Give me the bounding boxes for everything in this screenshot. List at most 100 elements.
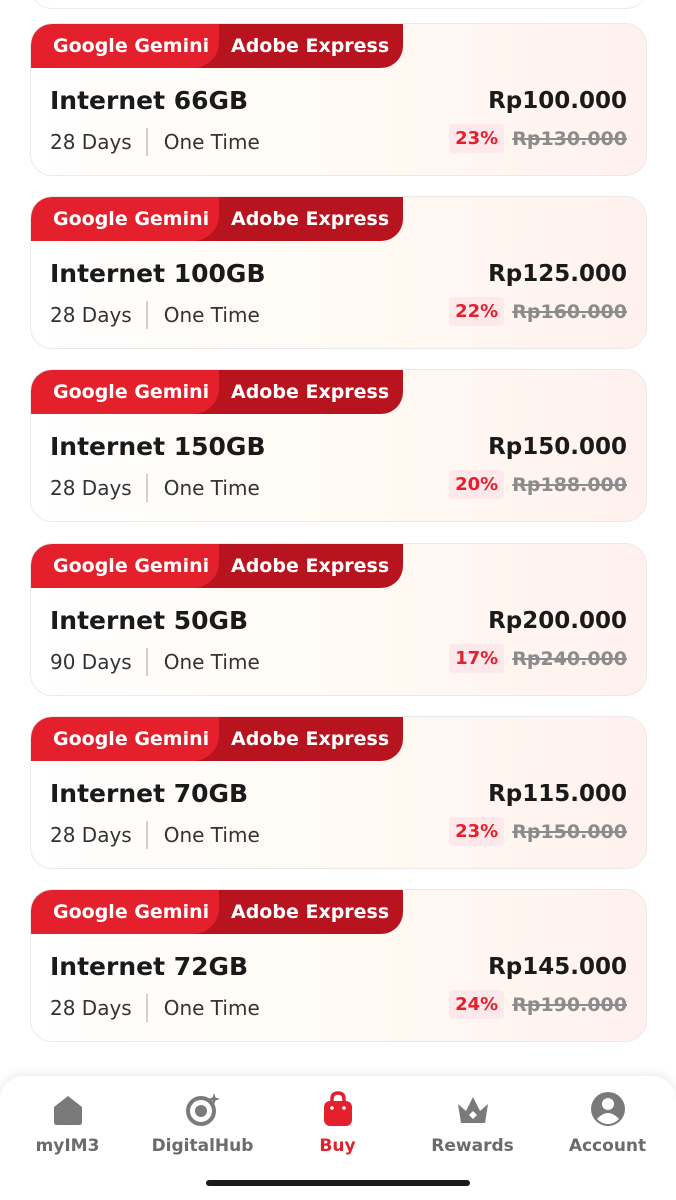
package-price: Rp150.000	[488, 434, 627, 460]
tag-google-gemini: Google Gemini	[31, 24, 219, 68]
package-meta: 28 Days One Time	[50, 820, 260, 850]
benefit-tags: Adobe Express Google Gemini	[31, 890, 403, 934]
divider	[145, 648, 148, 676]
benefit-tags: Adobe Express Google Gemini	[31, 370, 403, 414]
package-name: Internet 72GB	[50, 952, 249, 981]
tag-label: Google Gemini	[53, 35, 210, 57]
tag-google-gemini: Google Gemini	[31, 717, 219, 761]
discount-row: 24% Rp190.000	[449, 990, 627, 1019]
discount-row: 20% Rp188.000	[449, 470, 627, 499]
original-price: Rp150.000	[512, 820, 627, 843]
tag-google-gemini: Google Gemini	[31, 197, 219, 241]
tag-label: Google Gemini	[53, 901, 210, 923]
package-card[interactable]: Adobe Express Google Gemini Internet 72G…	[30, 889, 647, 1042]
nav-item-rewards[interactable]: Rewards	[405, 1090, 540, 1160]
account-icon	[590, 1092, 625, 1126]
original-price: Rp130.000	[512, 127, 627, 150]
package-type: One Time	[163, 996, 260, 1020]
nav-label: DigitalHub	[151, 1136, 254, 1156]
nav-item-myim3[interactable]: myIM3	[0, 1090, 135, 1160]
tag-label: Google Gemini	[53, 555, 210, 577]
benefit-tags: Adobe Express Google Gemini	[31, 544, 403, 588]
divider	[145, 301, 148, 329]
discount-row: 23% Rp150.000	[449, 817, 627, 846]
package-name: Internet 66GB	[50, 86, 249, 115]
tag-label: Adobe Express	[231, 208, 390, 230]
tag-label: Google Gemini	[53, 381, 210, 403]
package-name: Internet 100GB	[50, 259, 266, 288]
package-type: One Time	[163, 823, 260, 847]
tag-label: Adobe Express	[231, 728, 390, 750]
discount-row: 23% Rp130.000	[449, 124, 627, 153]
nav-item-digitalhub[interactable]: DigitalHub	[135, 1090, 270, 1160]
package-validity: 28 Days	[50, 996, 132, 1020]
package-price: Rp145.000	[488, 954, 627, 980]
tag-label: Adobe Express	[231, 381, 390, 403]
original-price: Rp240.000	[512, 647, 627, 670]
nav-label: myIM3	[35, 1136, 100, 1156]
package-validity: 28 Days	[50, 130, 132, 154]
tag-label: Google Gemini	[53, 728, 210, 750]
divider	[145, 994, 148, 1022]
package-card[interactable]: Adobe Express Google Gemini Internet 150…	[30, 369, 647, 522]
package-type: One Time	[163, 130, 260, 154]
crown-icon	[457, 1097, 488, 1123]
tag-label: Google Gemini	[53, 208, 210, 230]
divider	[145, 821, 148, 849]
package-validity: 28 Days	[50, 303, 132, 327]
discount-badge: 23%	[449, 817, 505, 846]
discount-row: 17% Rp240.000	[449, 644, 627, 673]
tag-label: Adobe Express	[231, 35, 390, 57]
tag-label: Adobe Express	[231, 555, 390, 577]
tag-google-gemini: Google Gemini	[31, 370, 219, 414]
discount-badge: 23%	[449, 124, 505, 153]
benefit-tags: Adobe Express Google Gemini	[31, 197, 403, 241]
tag-google-gemini: Google Gemini	[31, 890, 219, 934]
nav-label: Rewards	[431, 1136, 514, 1156]
package-card[interactable]: Adobe Express Google Gemini Internet 66G…	[30, 23, 647, 176]
package-price: Rp200.000	[488, 608, 627, 634]
discount-badge: 20%	[449, 470, 505, 499]
divider	[145, 474, 148, 502]
home-indicator[interactable]	[206, 1180, 470, 1186]
package-name: Internet 70GB	[50, 779, 249, 808]
package-meta: 90 Days One Time	[50, 647, 260, 677]
shopping-bag-icon	[323, 1091, 352, 1126]
package-name: Internet 150GB	[50, 432, 266, 461]
package-card[interactable]: Adobe Express Google Gemini Internet 50G…	[30, 543, 647, 696]
original-price: Rp190.000	[512, 993, 627, 1016]
home-icon	[53, 1096, 82, 1125]
package-type: One Time	[163, 650, 260, 674]
package-price: Rp100.000	[488, 88, 627, 114]
discount-badge: 17%	[449, 644, 505, 673]
tag-google-gemini: Google Gemini	[31, 544, 219, 588]
tag-label: Adobe Express	[231, 901, 390, 923]
package-meta: 28 Days One Time	[50, 127, 260, 157]
package-meta: 28 Days One Time	[50, 993, 260, 1023]
nav-item-buy[interactable]: Buy	[270, 1090, 405, 1160]
divider	[145, 128, 148, 156]
package-name: Internet 50GB	[50, 606, 249, 635]
package-card[interactable]: Adobe Express Google Gemini Internet 100…	[30, 196, 647, 349]
package-meta: 28 Days One Time	[50, 473, 260, 503]
benefit-tags: Adobe Express Google Gemini	[31, 717, 403, 761]
package-validity: 28 Days	[50, 823, 132, 847]
original-price: Rp188.000	[512, 473, 627, 496]
package-price: Rp125.000	[488, 261, 627, 287]
package-type: One Time	[163, 476, 260, 500]
package-meta: 28 Days One Time	[50, 300, 260, 330]
discount-badge: 22%	[449, 297, 505, 326]
discount-badge: 24%	[449, 990, 505, 1019]
discount-row: 22% Rp160.000	[449, 297, 627, 326]
original-price: Rp160.000	[512, 300, 627, 323]
package-card[interactable]: Adobe Express Google Gemini Internet 70G…	[30, 716, 647, 869]
nav-label: Buy	[319, 1136, 356, 1156]
package-validity: 90 Days	[50, 650, 132, 674]
digitalhub-icon	[185, 1093, 220, 1126]
nav-label: Account	[568, 1136, 647, 1156]
package-validity: 28 Days	[50, 476, 132, 500]
benefit-tags: Adobe Express Google Gemini	[31, 24, 403, 68]
package-type: One Time	[163, 303, 260, 327]
nav-item-account[interactable]: Account	[540, 1090, 675, 1160]
package-price: Rp115.000	[488, 781, 627, 807]
